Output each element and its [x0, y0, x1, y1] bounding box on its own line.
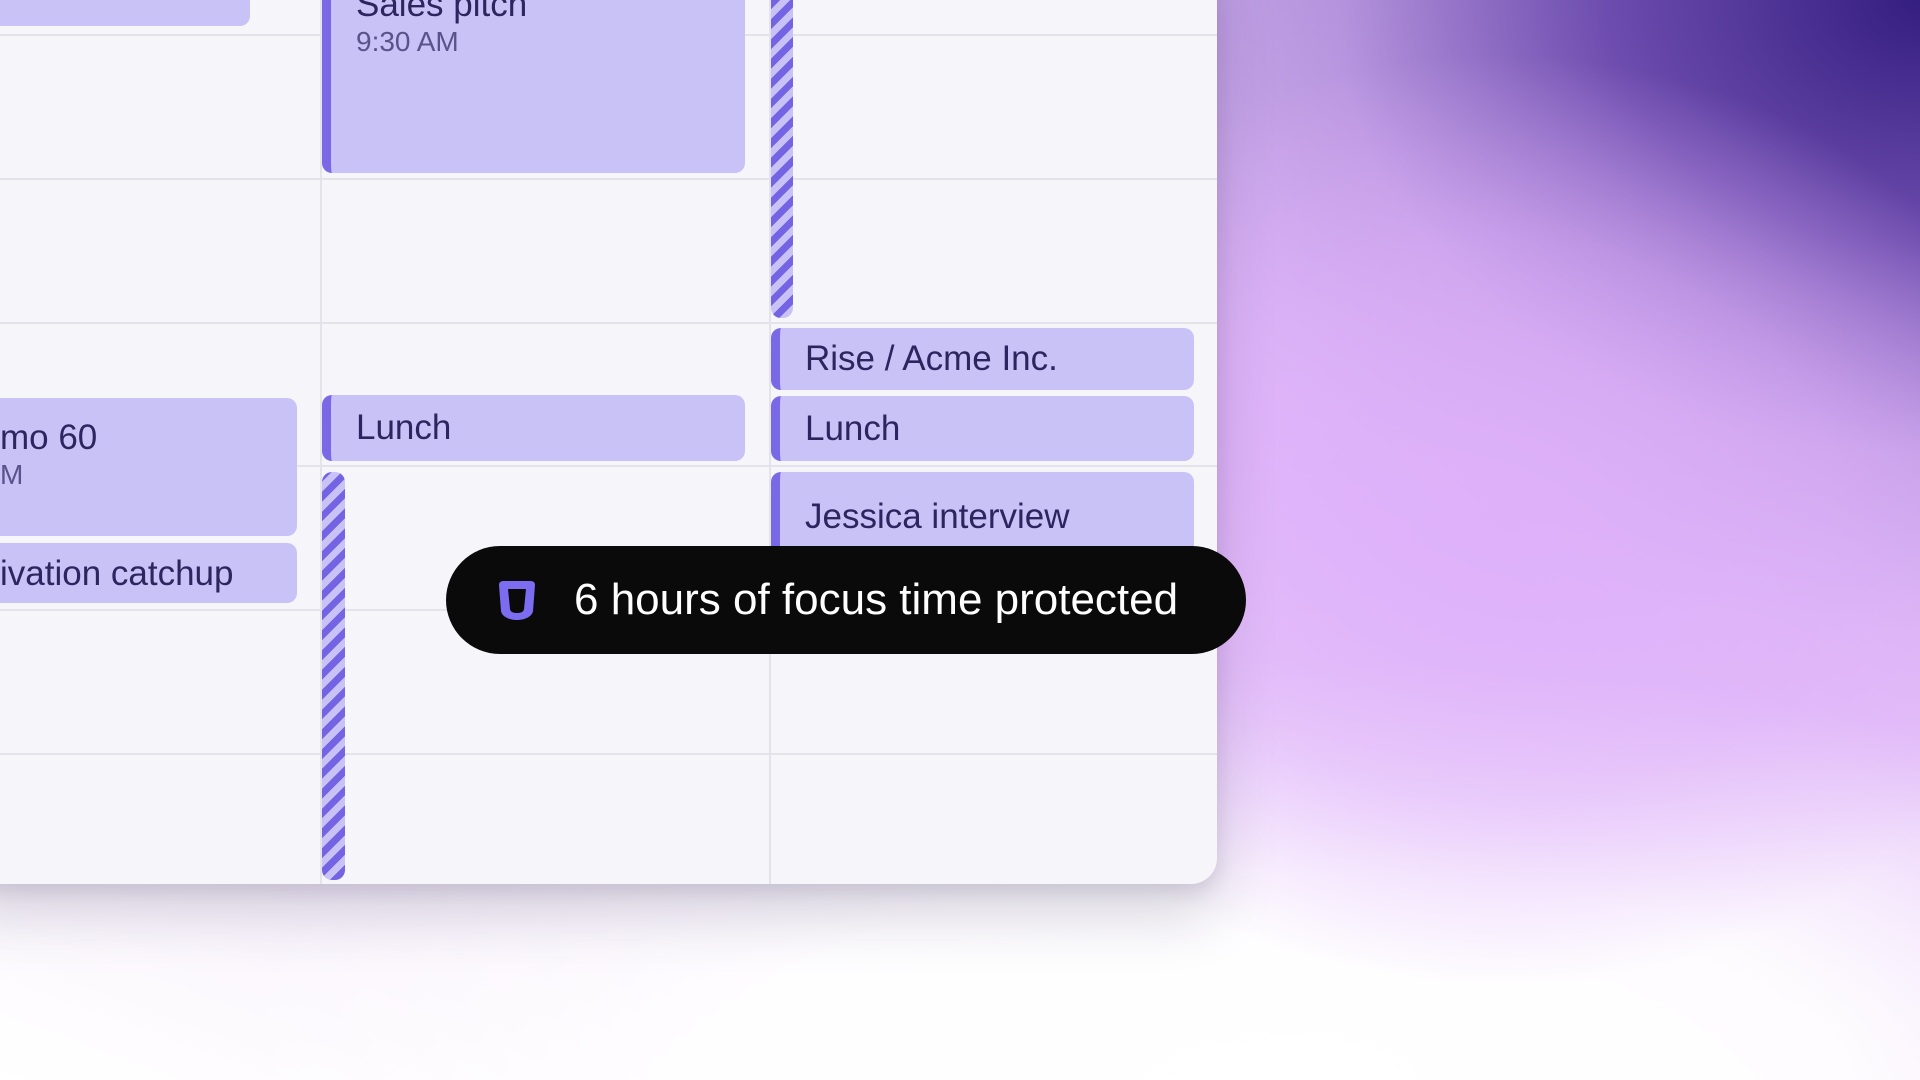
event-title: ivation catchup: [0, 554, 234, 593]
focus-time-toast: 6 hours of focus time protected: [446, 546, 1246, 654]
event-title: Lunch: [356, 408, 452, 447]
calendar-event-lunch[interactable]: Lunch: [771, 396, 1194, 461]
event-title: Jessica interview: [805, 497, 1070, 536]
grid-hour-line: [0, 753, 1217, 755]
event-title: Sales pitch: [356, 0, 528, 24]
grid-hour-line: [0, 322, 1217, 324]
grid-hour-line: [0, 178, 1217, 180]
event-time: 9:30 AM: [356, 26, 459, 57]
event-title: Lunch: [805, 409, 901, 448]
focus-time-block[interactable]: [771, 0, 793, 318]
calendar-event[interactable]: [0, 0, 250, 26]
calendar-event-activation[interactable]: ivation catchup: [0, 543, 297, 603]
calendar-event-sales-pitch[interactable]: Sales pitch 9:30 AM: [322, 0, 745, 173]
shield-icon: [494, 577, 540, 623]
calendar-event-demo[interactable]: mo 60 M: [0, 398, 297, 536]
focus-time-block[interactable]: [322, 472, 345, 880]
toast-message: 6 hours of focus time protected: [574, 575, 1179, 624]
calendar-panel: mo 60 M ivation catchup Sales pitch 9:30…: [0, 0, 1217, 884]
calendar-event-lunch[interactable]: Lunch: [322, 395, 745, 461]
calendar-event-rise-acme[interactable]: Rise / Acme Inc.: [771, 328, 1194, 390]
event-title: mo 60: [0, 418, 98, 457]
event-title: Rise / Acme Inc.: [805, 339, 1058, 378]
event-time: M: [0, 459, 24, 490]
